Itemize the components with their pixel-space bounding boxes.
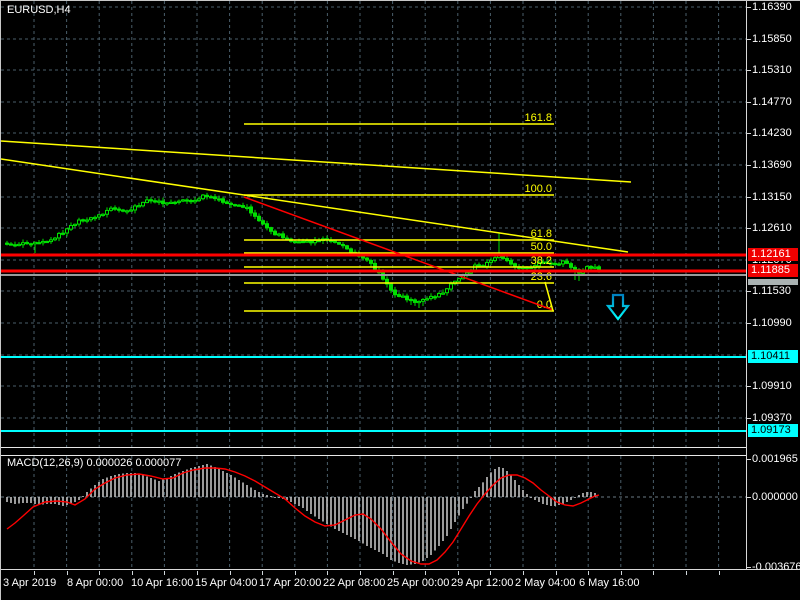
price-tick-label: 1.15310	[752, 64, 792, 76]
time-tick-label: 8 Apr 00:00	[67, 577, 124, 589]
time-tick	[555, 571, 557, 575]
time-tick	[99, 571, 101, 575]
price-tick	[747, 197, 751, 198]
time-tick-label: 17 Apr 20:00	[259, 577, 322, 589]
time-tick	[523, 571, 524, 575]
price-axis-border	[746, 1, 747, 574]
macd-indicator-label: MACD(12,26,9) 0.000026 0.000077	[7, 457, 181, 469]
price-line-label-1.12161: 1.12161	[748, 248, 798, 261]
time-tick	[131, 571, 133, 575]
price-axis[interactable]: 1.16390 1.15850 1.15310 1.14770 1.14230 1.136…	[746, 1, 800, 600]
price-line-label-1.10411: 1.10411	[748, 350, 798, 363]
macd-signal-value: 0.000077	[135, 457, 182, 469]
time-tick	[490, 571, 492, 575]
time-tick	[360, 571, 361, 575]
price-tick-label: 1.14770	[752, 96, 792, 108]
time-tick-label: 25 Apr 00:00	[387, 577, 450, 589]
fib-label-23.6: 23.6	[531, 271, 552, 283]
time-tick-label: 2 May 04:00	[515, 577, 576, 589]
time-tick-label: 22 Apr 08:00	[323, 577, 386, 589]
macd-scale-label: 0.000000	[752, 491, 798, 503]
price-chart-canvas[interactable]: 161.8100.061.850.038.223.60.0	[1, 1, 747, 447]
macd-scale-tick	[747, 497, 751, 498]
time-tick-label: 29 Apr 12:00	[451, 577, 514, 589]
macd-name: MACD(12,26,9)	[7, 457, 84, 469]
price-tick-label: 1.09910	[752, 380, 792, 392]
time-tick	[66, 571, 68, 575]
price-tick-label: 1.13150	[752, 191, 792, 203]
price-chart-pane[interactable]: 161.8 100.0 61.8 50.0 38.2 23.6 0.0	[1, 1, 747, 447]
symbol-timeframe-label: EURUSD,H4	[7, 4, 71, 16]
price-line-label-1.09173: 1.09173	[748, 424, 798, 437]
time-tick	[34, 571, 35, 575]
time-tick	[294, 571, 296, 575]
time-tick	[457, 571, 459, 575]
time-tick-label: 15 Apr 04:00	[195, 577, 258, 589]
time-tick	[686, 571, 687, 575]
macd-scale-label: 0.001965	[752, 453, 798, 465]
price-tick-label: 1.10990	[752, 317, 792, 329]
time-tick-label: 10 Apr 16:00	[131, 577, 194, 589]
time-tick	[425, 571, 427, 575]
fib-label-50.0: 50.0	[531, 241, 552, 253]
macd-histogram	[6, 464, 596, 565]
price-tick	[747, 70, 751, 71]
price-tick	[747, 386, 751, 387]
price-tick-label: 1.14230	[752, 127, 792, 139]
down-arrow-annotation[interactable]	[605, 293, 631, 321]
upper-yellow	[1, 140, 632, 183]
price-tick	[747, 418, 751, 419]
macd-scale-tick	[747, 567, 751, 568]
price-tick-label: 1.11530	[752, 285, 791, 297]
price-tick	[747, 323, 751, 324]
macd-scale-tick	[747, 459, 751, 460]
time-tick	[620, 571, 622, 575]
macd-indicator-pane[interactable]	[1, 456, 747, 569]
time-tick	[653, 571, 655, 575]
time-tick	[588, 571, 590, 575]
macd-main-value: 0.000026	[86, 457, 133, 469]
price-tick-label: 1.12610	[752, 222, 792, 234]
price-tick-label: 1.13690	[752, 159, 792, 171]
time-tick	[197, 571, 198, 575]
time-axis[interactable]: 3 Apr 2019 8 Apr 00:00 10 Apr 16:00 15 Apr …	[1, 569, 800, 600]
price-tick-label: 1.16390	[752, 1, 792, 13]
time-tick	[164, 571, 166, 575]
time-tick-label: 6 May 16:00	[579, 577, 640, 589]
time-tick	[327, 571, 329, 575]
price-tick	[747, 7, 751, 8]
time-tick	[229, 571, 231, 575]
fibonacci-retracement[interactable]: 161.8100.061.850.038.223.60.0	[244, 112, 554, 312]
horizontal-lines[interactable]	[1, 253, 746, 432]
mt4-chart-window: 161.8 100.0 61.8 50.0 38.2 23.6 0.0 EURUSD,H4 …	[0, 0, 800, 600]
macd-canvas[interactable]	[1, 456, 747, 569]
price-tick	[747, 133, 751, 134]
grid	[1, 1, 746, 447]
bid-price-label-hidden	[748, 279, 798, 285]
price-tick	[747, 291, 751, 292]
price-tick-label: 1.15850	[752, 33, 792, 45]
price-tick	[747, 39, 751, 40]
time-axis-baseline	[1, 569, 800, 570]
price-tick	[747, 228, 751, 229]
price-tick	[747, 102, 751, 103]
time-tick	[718, 571, 720, 575]
time-tick	[392, 571, 394, 575]
time-tick	[262, 571, 264, 575]
price-tick	[747, 165, 751, 166]
pane-divider-top[interactable]	[1, 447, 800, 448]
fib-label-38.2: 38.2	[531, 255, 552, 267]
trendlines[interactable]	[1, 140, 632, 312]
fib-label-100.0: 100.0	[524, 183, 552, 195]
time-tick-label: 3 Apr 2019	[3, 577, 57, 589]
macd-grid	[1, 456, 746, 569]
price-line-label-1.11885: 1.11885	[748, 264, 798, 277]
fib-label-161.8: 161.8	[524, 112, 552, 124]
